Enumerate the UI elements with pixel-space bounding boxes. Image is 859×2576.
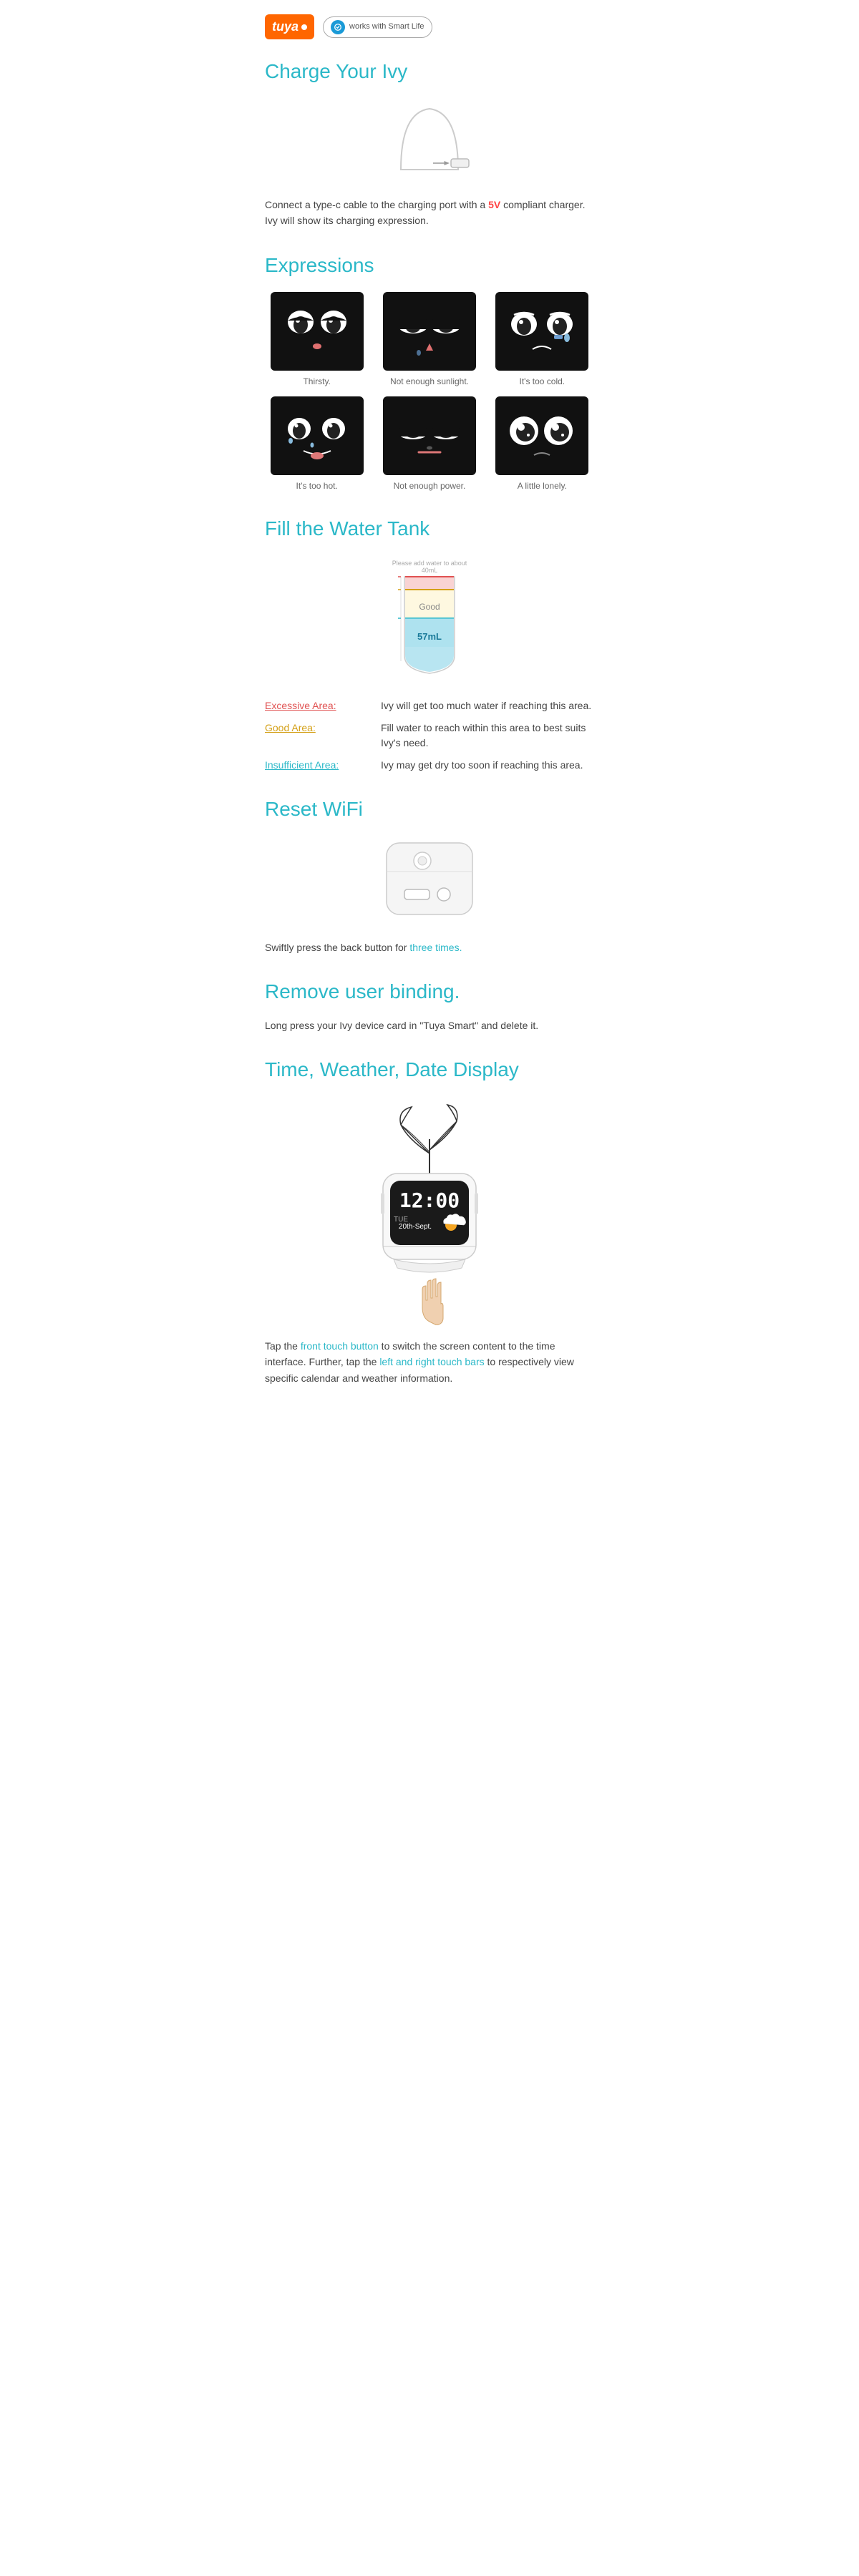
- expression-hot: It's too hot.: [265, 396, 369, 492]
- insufficient-desc: Ivy may get dry too soon if reaching thi…: [381, 758, 594, 773]
- remove-binding-description: Long press your Ivy device card in "Tuya…: [265, 1018, 594, 1033]
- expressions-title: Expressions: [265, 250, 594, 280]
- svg-text:57mL: 57mL: [417, 631, 442, 642]
- expression-face-sunlight: [383, 292, 476, 371]
- area-excessive: Excessive Area: Ivy will get too much wa…: [265, 698, 594, 713]
- remove-binding-section: Remove user binding. Long press your Ivy…: [265, 977, 594, 1033]
- expression-label-cold: It's too cold.: [519, 375, 565, 388]
- expression-power: Not enough power.: [377, 396, 481, 492]
- svg-text:Good: Good: [419, 602, 440, 612]
- expression-label-thirsty: Thirsty.: [303, 375, 330, 388]
- expression-face-hot: [271, 396, 364, 475]
- water-tank-diagram: Good 57mL Please add water to about 40mL: [265, 555, 594, 684]
- charge-description: Connect a type-c cable to the charging p…: [265, 197, 594, 229]
- tuya-dot: [301, 24, 307, 30]
- svg-text:Please add water to about: Please add water to about: [392, 560, 467, 567]
- time-weather-section: Time, Weather, Date Display 12:00: [265, 1055, 594, 1386]
- insufficient-label: Insufficient Area:: [265, 758, 372, 773]
- expression-lonely: A little lonely.: [490, 396, 594, 492]
- time-weather-description: Tap the front touch button to switch the…: [265, 1338, 594, 1386]
- area-good: Good Area: Fill water to reach within th…: [265, 721, 594, 751]
- svg-text:20th-Sept.: 20th-Sept.: [399, 1223, 432, 1231]
- tuya-logo: tuya: [265, 14, 314, 39]
- charge-illustration: [358, 98, 501, 184]
- expressions-grid: Thirsty.: [265, 292, 594, 492]
- expression-sunlight: Not enough sunlight.: [377, 292, 481, 388]
- good-label: Good Area:: [265, 721, 372, 736]
- expression-label-sunlight: Not enough sunlight.: [390, 375, 469, 388]
- tuya-brand-text: tuya: [272, 17, 299, 36]
- expression-cold: It's too cold.: [490, 292, 594, 388]
- header: tuya works with Smart Life: [265, 14, 594, 39]
- reset-illustration: [358, 836, 501, 929]
- expression-thirsty: Thirsty.: [265, 292, 369, 388]
- expression-label-power: Not enough power.: [394, 479, 466, 492]
- touch-bars-highlight: left and right touch bars: [379, 1356, 484, 1367]
- remove-binding-title: Remove user binding.: [265, 977, 594, 1007]
- smart-life-badge: works with Smart Life: [323, 16, 432, 38]
- time-weather-title: Time, Weather, Date Display: [265, 1055, 594, 1085]
- charge-section: Charge Your Ivy Connect a type-c cable t…: [265, 57, 594, 229]
- expression-label-lonely: A little lonely.: [518, 479, 567, 492]
- time-display-illustration: 12:00 TUE 20th-Sept.: [344, 1096, 515, 1325]
- area-insufficient: Insufficient Area: Ivy may get dry too s…: [265, 758, 594, 773]
- excessive-label: Excessive Area:: [265, 698, 372, 713]
- svg-text:12:00: 12:00: [399, 1189, 460, 1212]
- svg-text:40mL: 40mL: [422, 567, 438, 574]
- charge-title: Charge Your Ivy: [265, 57, 594, 87]
- reset-wifi-title: Reset WiFi: [265, 794, 594, 824]
- tank-illustration: Good 57mL Please add water to about 40mL: [336, 555, 523, 684]
- reset-description: Swiftly press the back button for three …: [265, 940, 594, 955]
- time-display-diagram: 12:00 TUE 20th-Sept.: [265, 1096, 594, 1325]
- water-areas: Excessive Area: Ivy will get too much wa…: [265, 698, 594, 773]
- reset-wifi-section: Reset WiFi Swiftly press the back button…: [265, 794, 594, 955]
- excessive-desc: Ivy will get too much water if reaching …: [381, 698, 594, 713]
- expression-label-hot: It's too hot.: [296, 479, 338, 492]
- water-tank-title: Fill the Water Tank: [265, 514, 594, 544]
- charge-diagram: [265, 98, 594, 184]
- expression-face-thirsty: [271, 292, 364, 371]
- front-touch-highlight: front touch button: [301, 1340, 379, 1352]
- smart-life-text: works with Smart Life: [349, 21, 424, 33]
- reset-diagram: [265, 836, 594, 929]
- expression-face-lonely: [495, 396, 588, 475]
- smart-life-icon: [331, 20, 345, 34]
- good-desc: Fill water to reach within this area to …: [381, 721, 594, 751]
- water-tank-section: Fill the Water Tank Good 57mL: [265, 514, 594, 773]
- expression-face-power: [383, 396, 476, 475]
- expressions-section: Expressions: [265, 250, 594, 492]
- expression-face-cold: [495, 292, 588, 371]
